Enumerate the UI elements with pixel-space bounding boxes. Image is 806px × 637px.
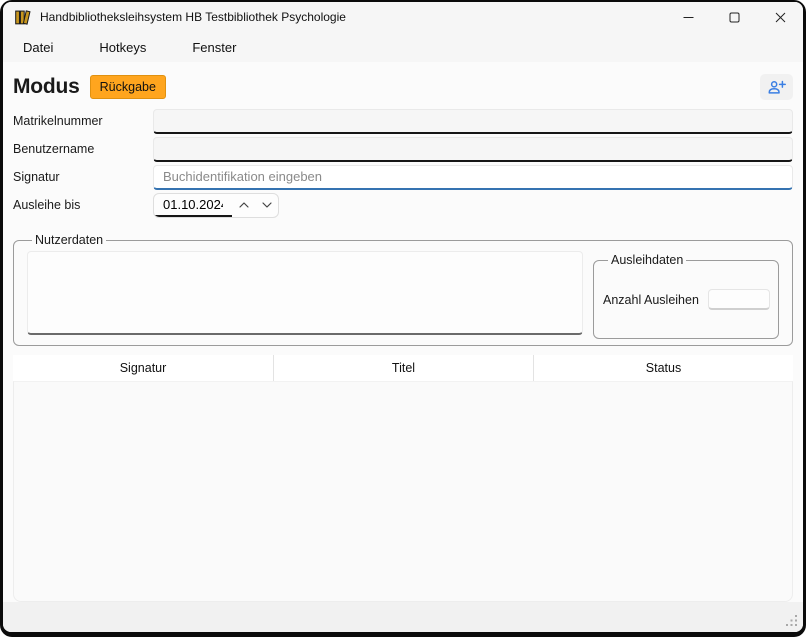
nutzerdaten-groupbox: Nutzerdaten Ausleihdaten Anzahl Ausleihe… (13, 233, 793, 346)
maximize-icon (729, 12, 740, 23)
nutzerdaten-textarea[interactable] (27, 251, 583, 335)
minimize-icon (683, 12, 694, 23)
column-header-titel[interactable]: Titel (273, 355, 533, 381)
matrikelnummer-label: Matrikelnummer (13, 114, 153, 128)
signatur-label: Signatur (13, 170, 153, 184)
status-bar (3, 602, 803, 632)
date-spinner (153, 193, 279, 218)
benutzername-label: Benutzername (13, 142, 153, 156)
app-window: Handbibliotheksleihsystem HB Testbibliot… (3, 2, 803, 632)
nutzerdaten-title: Nutzerdaten (32, 233, 106, 247)
mode-row: Modus Rückgabe (13, 72, 793, 102)
chevron-down-icon (262, 202, 272, 208)
form-row-matrikelnummer: Matrikelnummer (13, 108, 793, 134)
anzahl-row: Anzahl Ausleihen (603, 289, 769, 310)
title-bar: Handbibliotheksleihsystem HB Testbibliot… (3, 2, 803, 32)
ausleihe-bis-label: Ausleihe bis (13, 198, 153, 212)
table-header: Signatur Titel Status (13, 355, 793, 381)
content-area: Modus Rückgabe Matrikelnummer Benutzerna (3, 62, 803, 602)
signatur-input[interactable] (153, 165, 793, 190)
close-icon (775, 12, 786, 23)
add-user-button[interactable] (760, 74, 793, 100)
menu-bar: Datei Hotkeys Fenster (3, 32, 803, 62)
loans-table: Signatur Titel Status (13, 355, 793, 602)
window-controls (665, 2, 803, 32)
ausleihdaten-title: Ausleihdaten (608, 253, 686, 267)
resize-grip[interactable] (786, 615, 798, 627)
menu-item-hotkeys[interactable]: Hotkeys (97, 36, 148, 59)
column-header-status[interactable]: Status (533, 355, 793, 381)
chevron-up-icon (239, 202, 249, 208)
form-row-ausleihe-bis: Ausleihe bis (13, 192, 793, 218)
mode-badge[interactable]: Rückgabe (90, 75, 166, 99)
menu-item-datei[interactable]: Datei (21, 36, 55, 59)
form: Matrikelnummer Benutzername Signatur Aus… (13, 108, 793, 220)
ausleihdaten-groupbox: Ausleihdaten Anzahl Ausleihen (593, 253, 779, 339)
spin-up-button[interactable] (232, 194, 255, 217)
close-button[interactable] (757, 2, 803, 32)
menu-item-fenster[interactable]: Fenster (190, 36, 238, 59)
anzahl-ausleihen-input[interactable] (708, 289, 770, 310)
table-body-empty (13, 381, 793, 602)
form-row-signatur: Signatur (13, 164, 793, 190)
window-title: Handbibliotheksleihsystem HB Testbibliot… (40, 10, 346, 24)
spin-down-button[interactable] (255, 194, 278, 217)
form-row-benutzername: Benutzername (13, 136, 793, 162)
anzahl-ausleihen-label: Anzahl Ausleihen (603, 293, 699, 307)
nutzerdaten-inner: Ausleihdaten Anzahl Ausleihen (27, 251, 779, 339)
maximize-button[interactable] (711, 2, 757, 32)
window-frame: Handbibliotheksleihsystem HB Testbibliot… (0, 0, 806, 637)
person-add-icon (767, 80, 786, 95)
benutzername-input[interactable] (153, 137, 793, 162)
mode-title: Modus (13, 75, 80, 99)
column-header-signatur[interactable]: Signatur (13, 355, 273, 381)
matrikelnummer-input[interactable] (153, 109, 793, 134)
date-input[interactable] (154, 194, 232, 217)
books-icon (14, 9, 31, 26)
minimize-button[interactable] (665, 2, 711, 32)
